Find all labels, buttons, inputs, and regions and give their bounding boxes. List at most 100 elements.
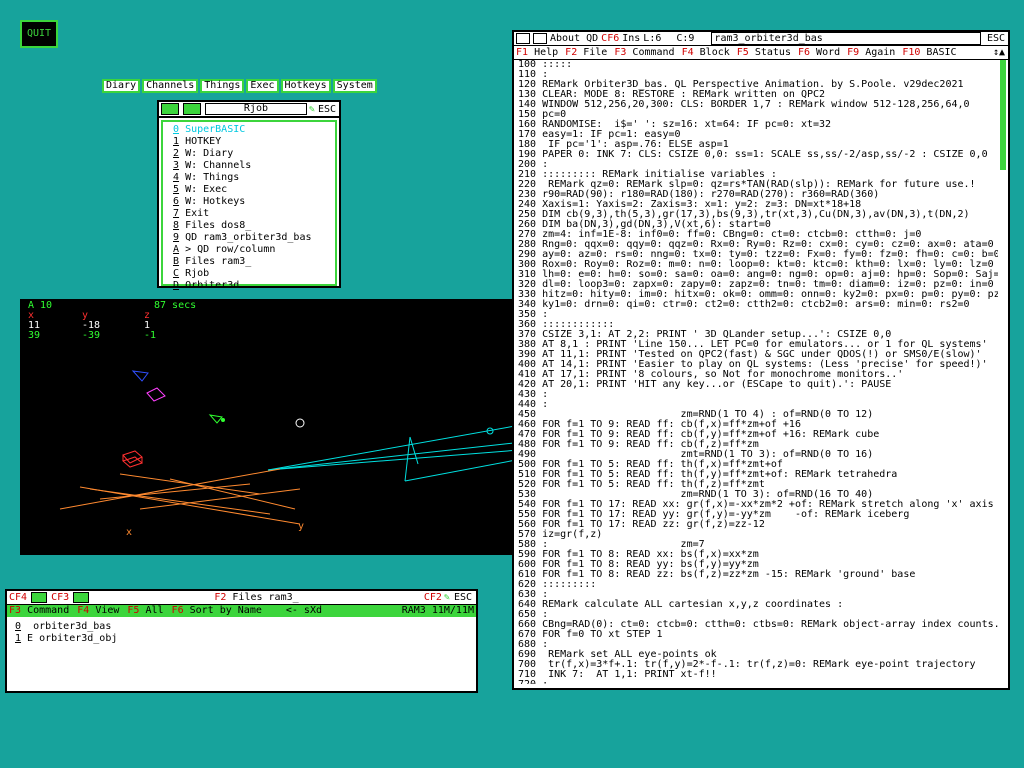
files-menu-all[interactable]: F5 All (127, 605, 163, 617)
editor-menu-again[interactable]: F9 Again (847, 47, 895, 58)
job-item-label: W: Things (185, 172, 240, 183)
job-item-key: 1 (173, 136, 180, 147)
device-info: RAM3 11M/11M (401, 605, 474, 616)
editor-menu-word[interactable]: F6 Word (798, 47, 840, 58)
job-item-key: C (173, 268, 180, 279)
move-icon[interactable] (31, 592, 48, 603)
job-item-key: 5 (173, 184, 180, 195)
wake-icon[interactable]: ✎ (444, 592, 450, 603)
job-item-key: D (173, 280, 180, 291)
code-line[interactable]: 420 AT 20,1: PRINT 'HIT any key...or (ES… (518, 380, 998, 390)
menubar-item-exec[interactable]: Exec (246, 79, 279, 93)
code-line[interactable]: 710 INK 7: AT 1,1: PRINT xt-f!! (518, 670, 998, 680)
orbiter3d-graphics-window: A 10 87 secs x y z 11 -18 1 39 -39 -1 x … (20, 299, 532, 555)
files-menu-view[interactable]: F4 View (77, 605, 119, 617)
job-item-label: W: Hotkeys (185, 196, 246, 207)
editor-esc-button[interactable]: ESC (987, 33, 1005, 44)
job-item-key: 0 (173, 124, 180, 135)
menubar-item-system[interactable]: System (332, 79, 377, 93)
scroll-arrows-icon[interactable]: ↕▲ (990, 47, 1008, 58)
code-line[interactable]: 640 REMark calculate ALL cartesian x,y,z… (518, 600, 998, 610)
rjob-esc-button[interactable]: ESC (318, 104, 336, 115)
editor-menu-help[interactable]: F1 Help (516, 47, 558, 58)
job-item[interactable]: 4 W: Things (173, 172, 325, 184)
job-item[interactable]: 0 SuperBASIC (173, 124, 325, 136)
files-menu-command[interactable]: F3 Command (9, 605, 69, 617)
files-title: F2 Files ram3_ (214, 592, 299, 603)
menubar-item-diary[interactable]: Diary (102, 79, 141, 93)
job-item[interactable]: 7 Exit (173, 208, 325, 220)
editor-menu-status[interactable]: F5 Status (737, 47, 791, 58)
system-menubar: Diary Channels Things Exec Hotkeys System (102, 79, 377, 93)
code-line[interactable]: 670 FOR f=0 TO xt STEP 1 (518, 630, 998, 640)
move-icon[interactable] (516, 33, 530, 44)
job-item-label: Rjob (185, 268, 210, 279)
job-item[interactable]: B Files ram3_ (173, 256, 325, 268)
file-row[interactable]: 1 E orbiter3d_obj (15, 633, 468, 645)
code-line[interactable]: 620 ::::::::: (518, 580, 998, 590)
job-item[interactable]: A > QD row/column (173, 244, 325, 256)
files-cf3-key[interactable]: CF3 (49, 592, 71, 603)
job-item-key: 9 (173, 232, 180, 243)
code-line[interactable]: 720 : (518, 680, 998, 685)
file-row[interactable]: 0 orbiter3d_bas (15, 621, 468, 633)
files-titlebar: CF4 CF3 F2 Files ram3_ CF2 ✎ ESC (7, 591, 476, 605)
code-area[interactable]: 100 ::::: 110 :120 REMark Orbiter3D_bas. … (518, 60, 998, 684)
filename-field[interactable]: ram3_orbiter3d_bas (711, 32, 981, 45)
job-item[interactable]: 6 W: Hotkeys (173, 196, 325, 208)
job-item-label: HOTKEY (185, 136, 222, 147)
job-item-label: W: Exec (185, 184, 228, 195)
file-list: 0 orbiter3d_bas 1 E orbiter3d_obj (7, 617, 476, 649)
files-cf2-key[interactable]: CF2 (422, 592, 444, 603)
editor-menu: F1 Help F2 File F3 Command F4 Block F5 Statu… (514, 46, 1008, 60)
axis-y-label: y (298, 521, 305, 532)
editor-menu-basic[interactable]: F10 BASIC (902, 47, 956, 58)
files-menu-sort-by-name[interactable]: F6 Sort by Name (172, 605, 262, 617)
job-item[interactable]: D Orbiter3d (173, 280, 325, 292)
code-line[interactable]: 340 ky1=0: drn=0: qi=0: ctr=0: ct2=0: ct… (518, 300, 998, 310)
editor-menu-block[interactable]: F4 Block (682, 47, 730, 58)
editor-menu-file[interactable]: F2 File (565, 47, 607, 58)
files-esc-button[interactable]: ESC (454, 592, 472, 603)
magenta-tetrahedron (146, 387, 166, 402)
code-line[interactable]: 140 WINDOW 512,256,20,300: CLS: BORDER 1… (518, 100, 998, 110)
resize-icon[interactable] (533, 33, 547, 44)
menubar-item-hotkeys[interactable]: Hotkeys (280, 79, 331, 93)
editor-menu-command[interactable]: F3 Command (614, 47, 674, 58)
job-item-label: Files dos8_ (185, 220, 252, 231)
wake-icon[interactable]: ✎ (309, 104, 315, 115)
job-item[interactable]: 2 W: Diary (173, 148, 325, 160)
code-line[interactable]: 430 : (518, 390, 998, 400)
files-menu: F3 Command F4 View F5 All F6 Sort by Name <-… (7, 605, 476, 617)
editor-scrollbar[interactable] (1000, 60, 1006, 170)
job-item-key: A (173, 244, 180, 255)
job-item[interactable]: 3 W: Channels (173, 160, 325, 172)
about-button[interactable]: About QD (550, 33, 598, 44)
files-nav[interactable]: <- sXd (286, 605, 322, 617)
job-item-key: B (173, 256, 180, 267)
editor-cf6-key[interactable]: CF6 (601, 33, 619, 44)
code-line[interactable]: 190 PAPER 0: INK 7: CLS: CSIZE 0,0: ss=1… (518, 150, 998, 160)
job-item[interactable]: 8 Files dos8_ (173, 220, 325, 232)
row2-x: 39 (28, 330, 41, 341)
editor-titlebar: About QD CF6 Ins L:6 C:9 ram3_orbiter3d_… (514, 32, 1008, 46)
files-cf4-key[interactable]: CF4 (7, 592, 29, 603)
quit-button[interactable]: QUIT (20, 20, 58, 48)
resize-icon[interactable] (73, 592, 90, 603)
code-line[interactable]: 100 ::::: (518, 60, 998, 70)
resize-icon[interactable] (183, 103, 201, 115)
job-item-label: Files ram3_ (185, 256, 252, 267)
job-item-key: 2 (173, 148, 180, 159)
job-item[interactable]: C Rjob (173, 268, 325, 280)
ground-grid (59, 468, 301, 525)
job-item[interactable]: 1 HOTKEY (173, 136, 325, 148)
menubar-item-channels[interactable]: Channels (142, 79, 199, 93)
job-item-key: 7 (173, 208, 180, 219)
menubar-item-things[interactable]: Things (200, 79, 245, 93)
move-icon[interactable] (161, 103, 179, 115)
red-cube (122, 450, 143, 468)
column-indicator: C:9 (676, 33, 695, 44)
rjob-titlebar: Rjob ✎ ESC (159, 102, 339, 118)
job-item[interactable]: 5 W: Exec (173, 184, 325, 196)
job-item[interactable]: 9 QD ram3_orbiter3d_bas (173, 232, 325, 244)
